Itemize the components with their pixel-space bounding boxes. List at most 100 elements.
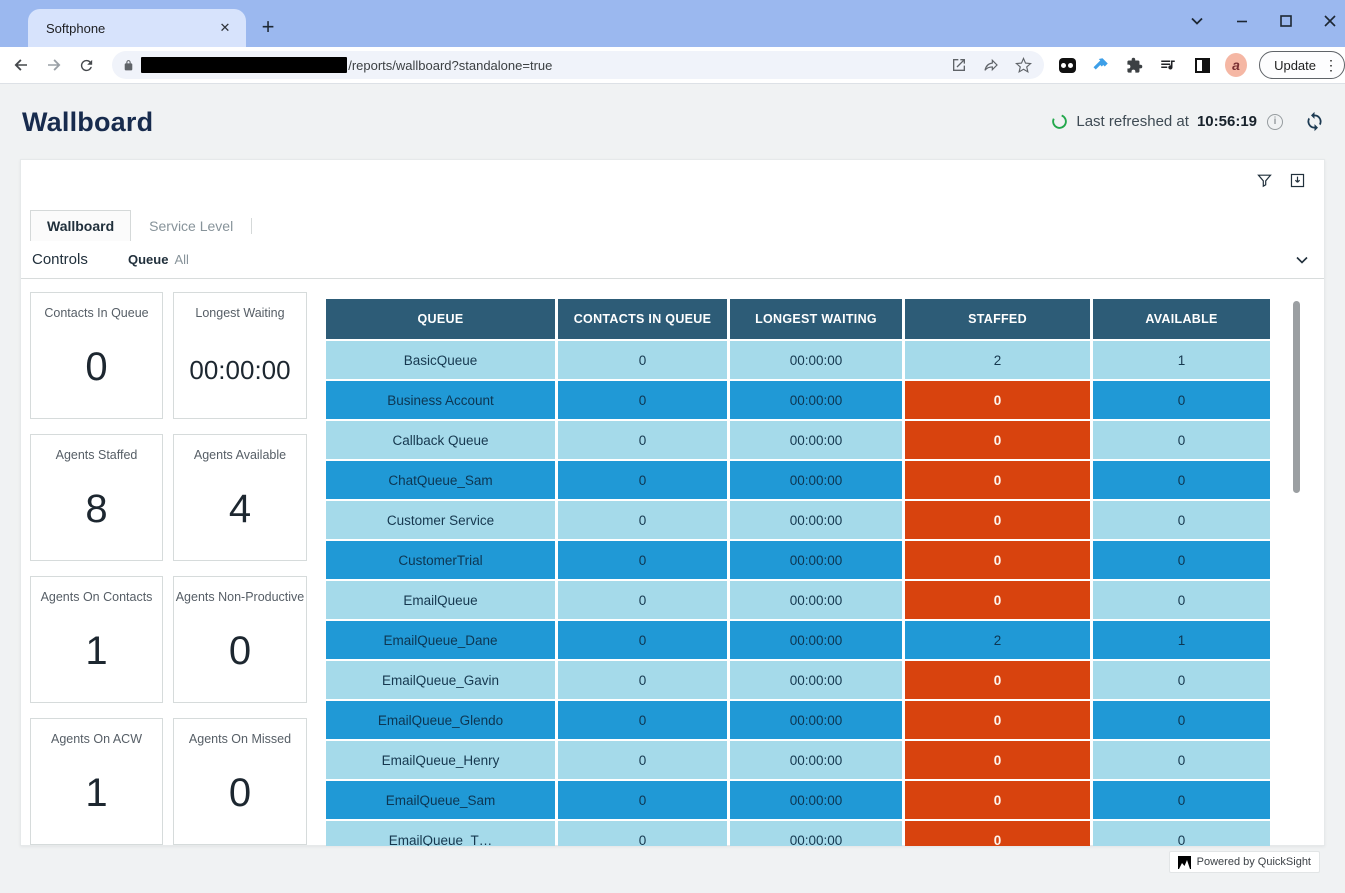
tab-service-level[interactable]: Service Level (131, 210, 251, 241)
table-cell-longest-waiting: 00:00:00 (730, 501, 902, 539)
table-cell-staffed: 2 (905, 341, 1090, 379)
table-cell-queue: EmailQueue_Henry (326, 741, 555, 779)
browser-tab[interactable]: Softphone ✕ (28, 9, 246, 47)
table-cell-available: 0 (1093, 581, 1270, 619)
queue-table-container: QUEUECONTACTS IN QUEUELONGEST WAITINGSTA… (326, 299, 1301, 846)
table-cell-longest-waiting: 00:00:00 (730, 621, 902, 659)
table-header-cell: CONTACTS IN QUEUE (558, 299, 727, 339)
table-cell-longest-waiting: 00:00:00 (730, 661, 902, 699)
browser-toolbar: /reports/wallboard?standalone=true a Upd… (0, 47, 1345, 84)
profile-avatar[interactable]: a (1225, 54, 1247, 76)
window-close-button[interactable] (1323, 14, 1337, 28)
table-cell-staffed: 0 (905, 501, 1090, 539)
kpi-title: Agents On ACW (31, 732, 162, 746)
update-button[interactable]: Update ⋮ (1259, 51, 1345, 79)
extension-key-icon[interactable] (1090, 54, 1112, 76)
kpi-value: 00:00:00 (174, 355, 306, 386)
kpi-title: Contacts In Queue (31, 306, 162, 320)
browser-menu-icon[interactable]: ⋮ (1324, 57, 1338, 74)
page-title: Wallboard (22, 107, 153, 138)
tab-wallboard[interactable]: Wallboard (30, 210, 131, 241)
bookmark-star-icon[interactable] (1012, 54, 1034, 76)
table-cell-staffed: 0 (905, 421, 1090, 459)
table-header-cell: STAFFED (905, 299, 1090, 339)
extension-dots-icon[interactable] (1056, 54, 1078, 76)
table-cell-staffed: 0 (905, 581, 1090, 619)
table-cell-available: 0 (1093, 421, 1270, 459)
maximize-button[interactable] (1279, 14, 1293, 28)
kpi-value: 1 (31, 629, 162, 674)
page-header: Wallboard Last refreshed at 10:56:19 i (0, 85, 1345, 159)
share-icon[interactable] (980, 54, 1002, 76)
table-cell-contacts-in-queue: 0 (558, 661, 727, 699)
table-cell-queue: Business Account (326, 381, 555, 419)
table-cell-contacts-in-queue: 0 (558, 621, 727, 659)
table-cell-contacts-in-queue: 0 (558, 701, 727, 739)
kpi-card: Agents Staffed8 (30, 434, 163, 561)
table-cell-contacts-in-queue: 0 (558, 461, 727, 499)
table-cell-available: 0 (1093, 821, 1270, 846)
table-cell-longest-waiting: 00:00:00 (730, 341, 902, 379)
table-cell-queue: CustomerTrial (326, 541, 555, 579)
minimize-button[interactable] (1235, 14, 1249, 28)
export-icon[interactable] (1289, 172, 1306, 189)
table-cell-longest-waiting: 00:00:00 (730, 381, 902, 419)
table-cell-queue: EmailQueue_Gavin (326, 661, 555, 699)
table-cell-longest-waiting: 00:00:00 (730, 781, 902, 819)
sheet-tabs: Wallboard Service Level (30, 210, 252, 241)
table-cell-queue: Customer Service (326, 501, 555, 539)
table-header-cell: LONGEST WAITING (730, 299, 902, 339)
table-cell-staffed: 0 (905, 461, 1090, 499)
table-cell-contacts-in-queue: 0 (558, 541, 727, 579)
table-cell-longest-waiting: 00:00:00 (730, 741, 902, 779)
url-bar[interactable]: /reports/wallboard?standalone=true (112, 51, 1044, 79)
kpi-card: Agents Non-Productive 0 (173, 576, 307, 703)
dashboard-card: Wallboard Service Level Controls Queue A… (20, 159, 1325, 846)
table-header-cell: AVAILABLE (1093, 299, 1270, 339)
kpi-title: Agents Available (174, 448, 306, 462)
open-in-new-icon[interactable] (948, 54, 970, 76)
tab-search-icon[interactable] (1189, 13, 1205, 29)
queue-filter-value[interactable]: All (174, 252, 188, 267)
table-scrollbar[interactable] (1293, 301, 1300, 493)
info-icon[interactable]: i (1267, 114, 1283, 130)
redacted-url-segment (141, 57, 347, 73)
kpi-title: Agents On Contacts (31, 590, 162, 604)
table-cell-staffed: 0 (905, 741, 1090, 779)
kpi-card: Agents On Contacts 1 (30, 576, 163, 703)
powered-by-quicksight-badge[interactable]: Powered by QuickSight (1169, 851, 1320, 873)
table-cell-queue: BasicQueue (326, 341, 555, 379)
new-tab-button[interactable]: + (254, 13, 282, 41)
table-cell-available: 1 (1093, 621, 1270, 659)
controls-label: Controls (32, 251, 128, 268)
table-cell-longest-waiting: 00:00:00 (730, 821, 902, 846)
kpi-value: 0 (174, 629, 306, 674)
back-button[interactable] (9, 53, 33, 77)
reload-button[interactable] (74, 53, 98, 77)
tab-separator (251, 218, 252, 234)
kpi-value: 0 (174, 771, 306, 816)
tab-close-icon[interactable]: ✕ (216, 19, 234, 37)
contrast-extension-icon[interactable] (1191, 54, 1213, 76)
refresh-button[interactable] (1304, 111, 1325, 132)
playlist-icon[interactable] (1158, 54, 1180, 76)
forward-button[interactable] (42, 53, 66, 77)
table-cell-contacts-in-queue: 0 (558, 421, 727, 459)
table-cell-queue: EmailQueue_Sam (326, 781, 555, 819)
extensions-puzzle-icon[interactable] (1124, 54, 1146, 76)
browser-tab-title: Softphone (46, 21, 216, 36)
table-cell-available: 0 (1093, 781, 1270, 819)
table-cell-queue: EmailQueue_Glendo (326, 701, 555, 739)
filter-icon[interactable] (1256, 172, 1273, 189)
table-cell-contacts-in-queue: 0 (558, 341, 727, 379)
table-cell-longest-waiting: 00:00:00 (730, 461, 902, 499)
queue-filter-label: Queue (128, 252, 168, 267)
auto-refresh-timer-icon (1051, 113, 1068, 130)
table-cell-available: 0 (1093, 461, 1270, 499)
table-cell-staffed: 0 (905, 381, 1090, 419)
table-cell-contacts-in-queue: 0 (558, 581, 727, 619)
kpi-card: Agents On ACW1 (30, 718, 163, 845)
table-cell-available: 0 (1093, 501, 1270, 539)
controls-collapse-chevron-icon[interactable] (1294, 252, 1310, 268)
kpi-title: Agents Non-Productive (174, 590, 306, 604)
